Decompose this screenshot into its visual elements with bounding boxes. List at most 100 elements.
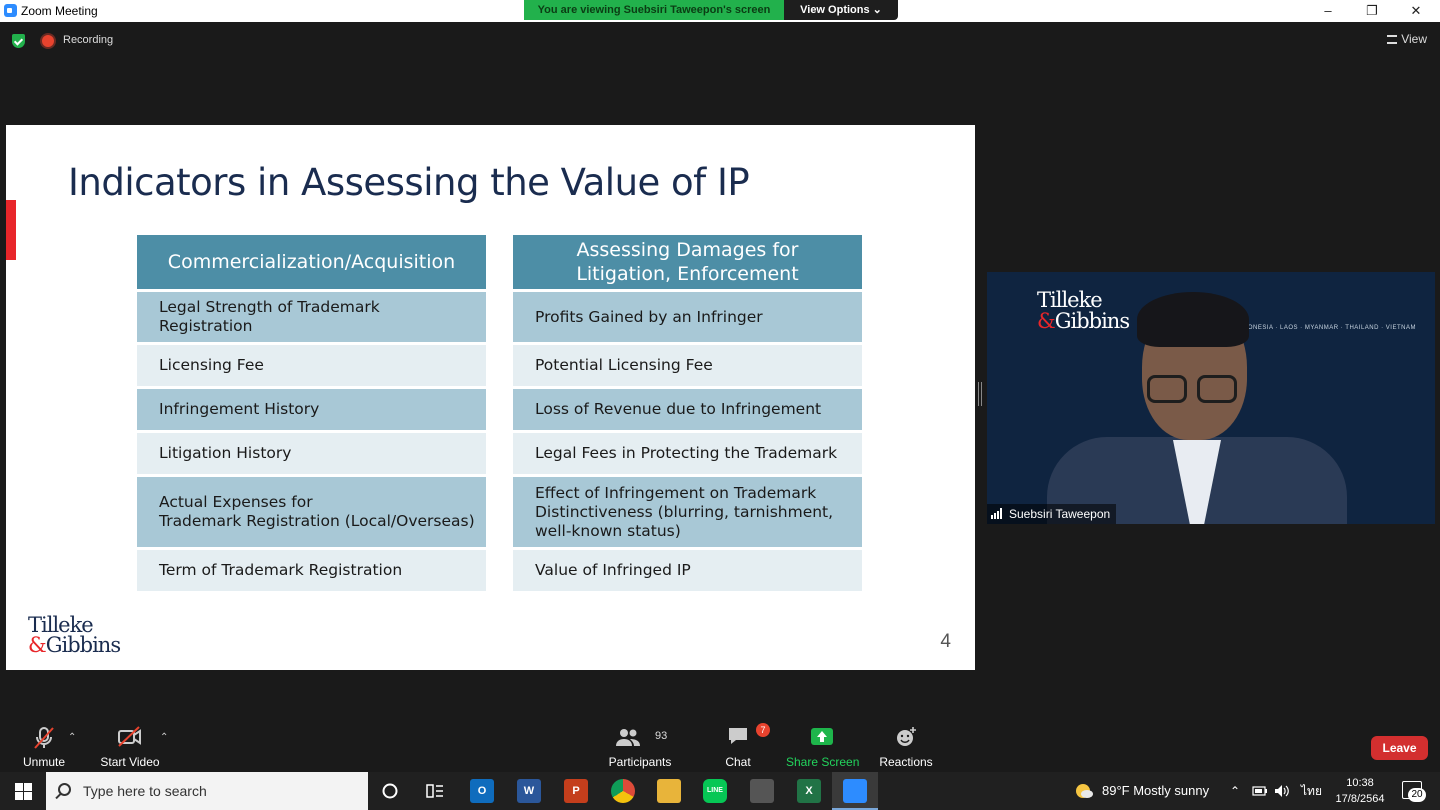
left-row: Litigation History — [137, 433, 486, 474]
taskbar-app-chrome-icon[interactable] — [611, 779, 635, 803]
chat-label: Chat — [725, 755, 751, 769]
participant-glasses — [1147, 375, 1247, 405]
clock-time: 10:38 — [1346, 777, 1374, 789]
logo-line2: Gibbins — [45, 633, 121, 657]
left-column-header: Commercialization/Acquisition — [137, 235, 486, 289]
tilleke-gibbins-logo: Tilleke &Gibbins — [28, 613, 121, 657]
show-hidden-icons-chevron-icon[interactable]: ⌃ — [1230, 772, 1240, 810]
view-button[interactable]: View — [1387, 32, 1427, 46]
slide-page-number: 4 — [940, 631, 951, 652]
left-row: Infringement History — [137, 389, 486, 430]
taskbar-app-line-icon[interactable]: LINE — [703, 779, 727, 803]
minimize-button[interactable]: – — [1306, 0, 1350, 22]
view-label: View — [1401, 32, 1427, 46]
video-options-chevron-icon[interactable]: ⌃ — [160, 732, 168, 743]
video-background-countries: A · INDONESIA · LAOS · MYANMAR · THAILAN… — [1225, 325, 1416, 331]
taskbar-search-box[interactable]: Type here to search — [46, 772, 368, 810]
window-title: Zoom Meeting — [21, 4, 98, 18]
right-column: Assessing Damages for Litigation, Enforce… — [513, 235, 862, 594]
unmute-label: Unmute — [22, 755, 66, 769]
left-row: Legal Strength of Trademark Registration — [137, 292, 486, 342]
share-screen-button[interactable]: Share Screen — [786, 714, 860, 772]
cortana-icon[interactable] — [382, 783, 398, 799]
zoom-app-icon — [4, 4, 17, 17]
right-row: Profits Gained by an Infringer — [513, 292, 862, 342]
chat-bubble-icon — [729, 728, 747, 744]
left-column: Commercialization/Acquisition Legal Stre… — [137, 235, 486, 594]
meeting-area: Recording View Indicators in Assessing t… — [0, 22, 1440, 772]
share-screen-label: Share Screen — [786, 755, 860, 769]
left-row: Term of Trademark Registration — [137, 550, 486, 591]
start-video-label: Start Video — [100, 755, 160, 769]
reactions-label: Reactions — [879, 755, 933, 769]
taskbar-app-file-explorer-icon[interactable] — [657, 779, 681, 803]
taskbar-app-store-icon[interactable] — [750, 779, 774, 803]
taskbar-app-outlook-icon[interactable]: O — [470, 779, 494, 803]
right-row: Effect of Infringement on Trademark Disti… — [513, 477, 862, 547]
reactions-button[interactable]: Reactions — [878, 714, 934, 772]
slide-title: Indicators in Assessing the Value of IP — [68, 161, 750, 204]
right-row: Legal Fees in Protecting the Trademark — [513, 433, 862, 474]
weather-sun-icon[interactable] — [1074, 782, 1094, 800]
participant-video-tile[interactable]: Tilleke &Gibbins A · INDONESIA · LAOS · … — [987, 272, 1435, 524]
right-column-header: Assessing Damages for Litigation, Enforce… — [513, 235, 862, 289]
volume-icon[interactable] — [1274, 784, 1290, 798]
task-view-icon[interactable] — [426, 783, 444, 799]
video-camera-off-icon — [118, 726, 141, 747]
bg-logo-ampersand: & — [1037, 309, 1056, 333]
participants-icon — [615, 729, 640, 746]
view-options-button[interactable]: View Options ⌄ — [784, 0, 898, 20]
leave-button[interactable]: Leave — [1371, 736, 1428, 760]
bg-logo-line2: Gibbins — [1054, 309, 1130, 333]
taskbar-app-word-icon[interactable]: W — [517, 779, 541, 803]
participant-hair — [1137, 292, 1249, 347]
connection-signal-icon — [991, 508, 1005, 519]
shared-screen-slide: Indicators in Assessing the Value of IP … — [6, 125, 975, 670]
taskbar-app-excel-icon[interactable]: X — [797, 779, 821, 803]
recording-label: Recording — [63, 34, 114, 46]
participants-button[interactable]: 93 Participants — [606, 714, 674, 772]
taskbar-clock[interactable]: 10:38 17/8/2564 — [1330, 775, 1390, 807]
splitter-handle[interactable] — [978, 382, 982, 406]
audio-options-chevron-icon[interactable]: ⌃ — [68, 732, 76, 743]
search-icon — [58, 783, 71, 796]
share-screen-icon — [811, 728, 833, 745]
search-placeholder: Type here to search — [83, 783, 207, 799]
weather-text[interactable]: 89°F Mostly sunny — [1102, 772, 1209, 810]
left-row: Licensing Fee — [137, 345, 486, 386]
recording-icon — [42, 35, 54, 47]
window-titlebar: Zoom Meeting You are viewing Suebsiri Ta… — [0, 0, 1440, 22]
notification-count-badge: 20 — [1408, 788, 1426, 802]
slide-accent-bar — [6, 200, 16, 260]
right-row: Potential Licensing Fee — [513, 345, 862, 386]
logo-line1: Tilleke — [28, 613, 94, 637]
taskbar-app-powerpoint-icon[interactable]: P — [564, 779, 588, 803]
left-row: Actual Expenses for Trademark Registratio… — [137, 477, 486, 547]
battery-icon[interactable] — [1252, 785, 1268, 797]
microphone-muted-icon — [34, 727, 54, 749]
windows-start-button[interactable] — [0, 772, 46, 810]
right-row: Value of Infringed IP — [513, 550, 862, 591]
participant-name: Suebsiri Taweepon — [1009, 507, 1111, 521]
grid-icon — [1387, 35, 1398, 44]
video-background-logo: Tilleke &Gibbins — [1037, 288, 1130, 333]
participants-count: 93 — [655, 730, 668, 742]
clock-date: 17/8/2564 — [1335, 793, 1385, 805]
unmute-button[interactable]: Unmute — [18, 714, 70, 772]
right-row: Loss of Revenue due to Infringement — [513, 389, 862, 430]
chat-unread-badge: 7 — [756, 723, 770, 737]
bg-logo-line1: Tilleke — [1037, 288, 1103, 312]
logo-ampersand: & — [28, 633, 47, 657]
input-language[interactable]: ไทย — [1301, 772, 1322, 810]
close-button[interactable]: ✕ — [1394, 0, 1438, 22]
taskbar-app-zoom-icon[interactable] — [843, 779, 867, 803]
windows-taskbar: Type here to search O W P LINE X 89°F Mostly… — [0, 772, 1440, 810]
chat-button[interactable]: 7 Chat — [712, 714, 770, 772]
participants-label: Participants — [608, 755, 672, 769]
viewing-banner: You are viewing Suebsiri Taweepon's scre… — [524, 0, 784, 20]
encryption-shield-icon[interactable] — [12, 34, 25, 48]
start-video-button[interactable]: Start Video — [98, 714, 162, 772]
participant-name-tag: Suebsiri Taweepon — [987, 504, 1117, 524]
maximize-button[interactable]: ❐ — [1350, 0, 1394, 22]
reactions-smiley-icon — [897, 727, 916, 746]
